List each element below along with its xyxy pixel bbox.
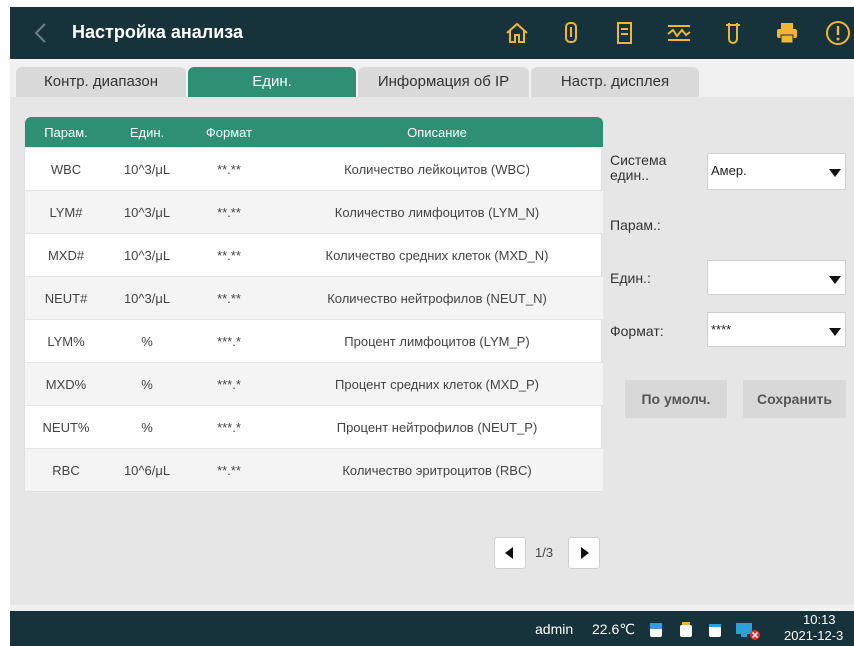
- cell-unit: 10^3/μL: [123, 205, 171, 220]
- clock-time: 10:13: [803, 612, 836, 627]
- column-header-format: Формат: [205, 125, 253, 140]
- cell-format: **.**: [217, 291, 241, 306]
- reagent-bottle-icon: [650, 623, 662, 637]
- tab-units[interactable]: Един.: [188, 67, 356, 97]
- chevron-down-icon: [829, 169, 841, 177]
- cell-unit: 10^3/μL: [123, 291, 171, 306]
- column-header-description: Описание: [407, 125, 467, 140]
- log-export-icon[interactable]: [611, 19, 639, 47]
- unit-select[interactable]: [707, 260, 846, 295]
- table-row[interactable]: LYM# 10^3/μL **.** Количество лимфоцитов (L…: [25, 190, 603, 233]
- cell-param: LYM#: [49, 205, 83, 220]
- caret-left-icon: [505, 547, 513, 559]
- format-value: ****: [711, 322, 732, 337]
- page-indicator: 1/3: [535, 545, 554, 560]
- cell-param: MXD#: [47, 248, 85, 263]
- cell-description: Количество нейтрофилов (NEUT_N): [327, 291, 547, 306]
- tab-bar: Контр. диапазон Един. Информация об IP Н…: [10, 67, 854, 97]
- cell-description: Количество средних клеток (MXD_N): [325, 248, 549, 263]
- cell-format: ***.*: [217, 420, 241, 435]
- diluent-bottle-icon: [680, 622, 692, 637]
- cell-param: NEUT#: [44, 291, 88, 306]
- test-tube-icon[interactable]: [719, 19, 747, 47]
- unit-system-value: Амер.: [711, 163, 747, 178]
- cell-format: ***.*: [217, 377, 241, 392]
- cell-unit: %: [141, 377, 153, 392]
- waveform-icon[interactable]: [665, 19, 693, 47]
- clock-date: 2021-12-3: [784, 628, 844, 643]
- table-row[interactable]: NEUT# 10^3/μL **.** Количество нейтрофилов …: [25, 276, 603, 319]
- cell-unit: %: [141, 334, 153, 349]
- chevron-down-icon: [829, 276, 841, 284]
- cell-format: **.**: [217, 205, 241, 220]
- cell-param: MXD%: [45, 377, 87, 392]
- printer-icon[interactable]: [773, 19, 801, 47]
- table-row[interactable]: MXD%% ***.* Процент средних клеток (MXD_P): [25, 362, 603, 405]
- format-select[interactable]: ****: [707, 312, 846, 347]
- current-user: admin: [535, 621, 574, 637]
- cell-unit: 10^3/μL: [123, 248, 171, 263]
- reagent-tube-icon[interactable]: [557, 19, 585, 47]
- unit-system-label: Система един..: [610, 152, 667, 183]
- cell-description: Количество лейкоцитов (WBC): [344, 162, 530, 177]
- table-row[interactable]: WBC 10^3/μL **.** Количество лейкоцитов (WB…: [25, 147, 603, 190]
- cell-unit: 10^3/μL: [123, 162, 171, 177]
- format-label: Формат:: [610, 323, 664, 339]
- cell-description: Количество лимфоцитов (LYM_N): [334, 205, 540, 220]
- network-disconnected-icon: [736, 623, 760, 640]
- cell-description: Процент средних клеток (MXD_P): [335, 377, 539, 392]
- save-button[interactable]: Сохранить: [743, 380, 846, 418]
- default-button[interactable]: По умолч.: [625, 380, 727, 418]
- next-page-button[interactable]: [568, 537, 600, 569]
- cell-param: RBC: [52, 463, 80, 478]
- cell-format: **.**: [217, 248, 241, 263]
- table-row[interactable]: MXD# 10^3/μL **.** Количество средних клето…: [25, 233, 603, 276]
- temperature-readout: 22.6℃: [592, 621, 635, 637]
- alert-icon[interactable]: [824, 19, 852, 47]
- unit-system-select[interactable]: Амер.: [707, 153, 846, 190]
- page-title: Настройка анализа: [72, 22, 244, 42]
- cell-param: LYM%: [47, 334, 85, 349]
- units-table: Парам. Един. Формат Описание WBC 10^3/μL *…: [24, 117, 603, 492]
- table-row[interactable]: RBC 10^6/μL **.** Количество эритроцитов (R…: [25, 448, 603, 491]
- unit-label: Един.:: [610, 270, 651, 286]
- caret-right-icon: [581, 547, 589, 559]
- cell-description: Процент лимфоцитов (LYM_P): [344, 334, 530, 349]
- waste-container-icon: [709, 624, 721, 637]
- cell-format: ***.*: [217, 334, 241, 349]
- header-bar: Настройка анализа: [10, 7, 854, 59]
- prev-page-button[interactable]: [494, 537, 526, 569]
- back-arrow-icon[interactable]: [28, 19, 54, 47]
- cell-description: Количество эритроцитов (RBC): [342, 463, 532, 478]
- cell-description: Процент нейтрофилов (NEUT_P): [336, 420, 538, 435]
- tab-control-range[interactable]: Контр. диапазон: [16, 67, 186, 97]
- cell-format: **.**: [217, 463, 241, 478]
- cell-format: **.**: [217, 162, 241, 177]
- table-row[interactable]: LYM%% ***.* Процент лимфоцитов (LYM_P): [25, 319, 603, 362]
- column-header-param: Парам.: [44, 125, 88, 140]
- tab-ip-info[interactable]: Информация об IP: [358, 67, 529, 97]
- chevron-down-icon: [829, 328, 841, 336]
- cell-param: NEUT%: [42, 420, 90, 435]
- table-header: Парам. Един. Формат Описание: [25, 117, 603, 147]
- column-header-unit: Един.: [129, 125, 165, 140]
- cell-unit: %: [141, 420, 153, 435]
- settings-panel: Парам. Един. Формат Описание WBC 10^3/μL *…: [10, 97, 854, 605]
- home-icon[interactable]: [503, 19, 531, 47]
- param-label: Парам.:: [610, 217, 661, 233]
- app-window: Настройка анализа Контр. диапазон Един. …: [10, 7, 854, 646]
- cell-param: WBC: [50, 162, 82, 177]
- tab-display-settings[interactable]: Настр. дисплея: [531, 67, 699, 97]
- status-bar: admin 22.6℃ 10:13 2021-12-3: [10, 611, 854, 646]
- cell-unit: 10^6/μL: [123, 463, 171, 478]
- table-row[interactable]: NEUT%% ***.* Процент нейтрофилов (NEUT_P): [25, 405, 603, 448]
